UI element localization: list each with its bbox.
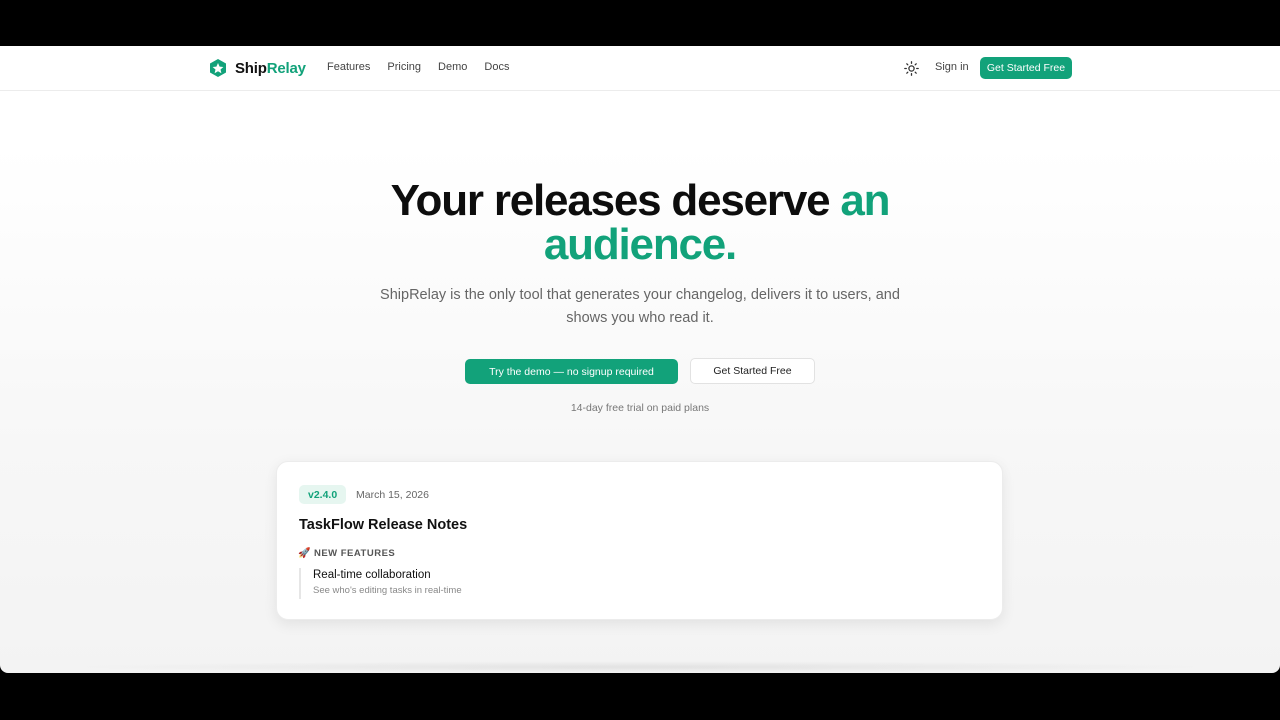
feature-item: Real-time collaboration See who's editin… [299,568,462,599]
release-date: March 15, 2026 [356,489,429,501]
release-notes-card: v2.4.0 March 15, 2026 TaskFlow Release N… [276,461,1003,620]
nav-links: Features Pricing Demo Docs [327,61,509,73]
hero-title-dark: Your releases deserve [390,176,841,225]
sign-in-link[interactable]: Sign in [935,61,969,73]
release-title: TaskFlow Release Notes [299,517,468,533]
trial-note: 14-day free trial on paid plans [570,402,710,414]
nav-link-demo[interactable]: Demo [438,61,467,73]
version-badge: v2.4.0 [299,485,347,504]
hero-title-highlight-2: audience. [543,220,737,269]
rocket-icon: 🚀 [298,548,311,559]
nav-link-features[interactable]: Features [327,61,370,73]
feature-description: See who's editing tasks in real-time [313,585,462,596]
top-navbar: ShipRelay Features Pricing Demo Docs Sig… [0,46,1280,91]
section-label: NEW FEATURES [313,548,396,559]
brand-name: ShipRelay [235,59,306,77]
hero-title: Your releases deserve an audience. [240,179,1040,267]
hero-subtitle: ShipRelay is the only tool that generate… [380,287,900,326]
get-started-nav-button[interactable]: Get Started Free [980,57,1072,79]
sun-icon[interactable] [903,60,920,77]
nav-link-pricing[interactable]: Pricing [387,61,421,73]
bottom-shadow [60,661,1220,673]
section-heading: 🚀 NEW FEATURES [298,548,395,559]
nav-link-docs[interactable]: Docs [484,61,509,73]
try-demo-button[interactable]: Try the demo — no signup required [465,359,678,384]
get-started-button[interactable]: Get Started Free [690,358,815,384]
brand-logo[interactable]: ShipRelay [208,58,306,78]
feature-title: Real-time collaboration [313,569,431,581]
hero-title-highlight-1: an [840,176,890,225]
page-viewport: ShipRelay Features Pricing Demo Docs Sig… [0,46,1280,673]
hexagon-logo-icon [210,59,226,77]
